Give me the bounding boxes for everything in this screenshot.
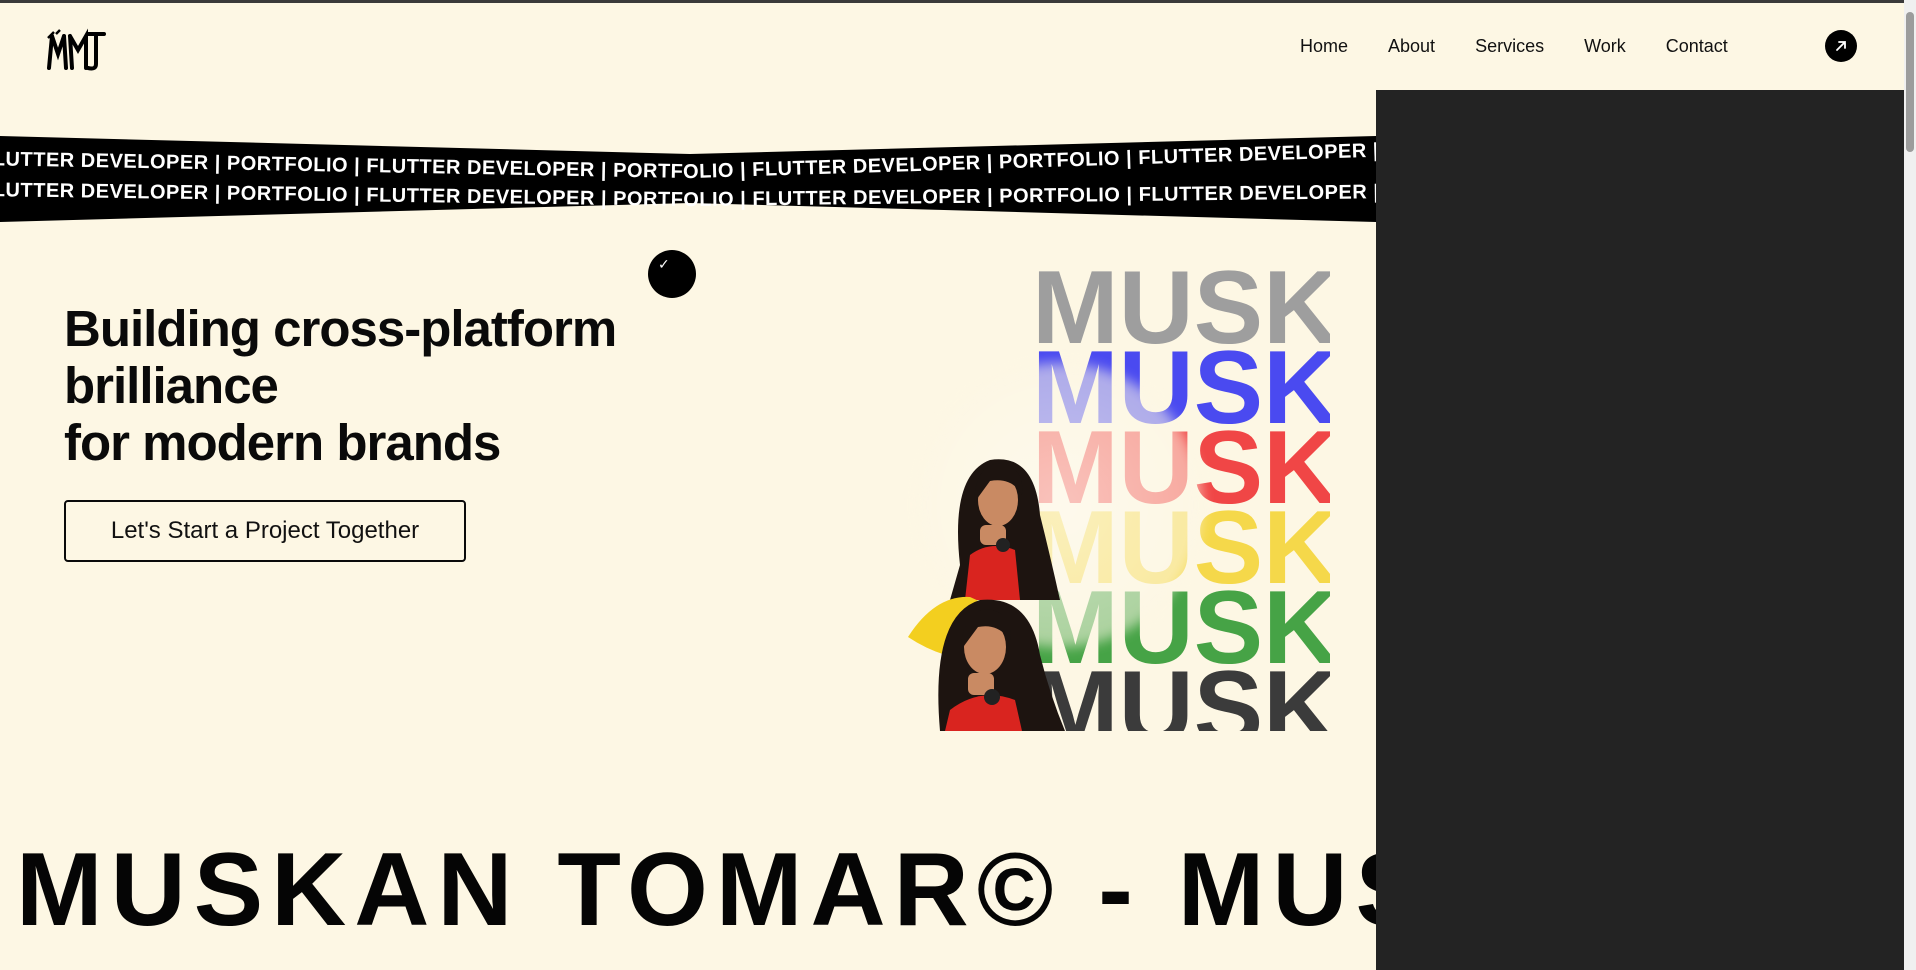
- start-project-button[interactable]: Let's Start a Project Together: [64, 500, 466, 562]
- hero-title-line3: for modern brands: [64, 414, 501, 471]
- nav-work[interactable]: Work: [1584, 34, 1626, 58]
- scrolling-ribbon: FLUTTER DEVELOPER | PORTFOLIO | FLUTTER …: [0, 128, 1376, 228]
- nav-contact[interactable]: Contact: [1666, 34, 1728, 58]
- hero-artwork: MUSKANMUSKANMUSKANMUSKANMUSKANMUSKAN: [840, 255, 1330, 731]
- scrollbar-thumb[interactable]: [1906, 12, 1914, 152]
- check-icon: ✓: [658, 256, 670, 272]
- nav-home[interactable]: Home: [1300, 34, 1348, 58]
- site-logo[interactable]: [46, 28, 108, 72]
- nav-about[interactable]: About: [1388, 34, 1435, 58]
- dark-side-panel: [1376, 90, 1904, 970]
- window-top-edge: [0, 0, 1916, 3]
- hero-title-line2: brilliance: [64, 357, 279, 414]
- nav-cta-button[interactable]: [1825, 30, 1857, 62]
- hero-title: Building cross-platform brilliance for m…: [64, 300, 617, 471]
- logo-mark-icon: [47, 28, 106, 71]
- name-marquee: MUSKAN TOMAR© - MUSKAN TOMAR© -: [0, 830, 1376, 970]
- decorative-ball: ✓: [648, 250, 696, 298]
- marquee-text: MUSKAN TOMAR© - MUSKAN TOMAR© -: [16, 832, 1376, 948]
- arrow-up-right-icon: [1836, 41, 1846, 51]
- main-nav: Home About Services Work Contact: [1300, 34, 1768, 58]
- nav-services[interactable]: Services: [1475, 34, 1544, 58]
- hero-title-line1: Building cross-platform: [64, 300, 617, 357]
- name-stack-word: MUSKAN: [1032, 650, 1330, 731]
